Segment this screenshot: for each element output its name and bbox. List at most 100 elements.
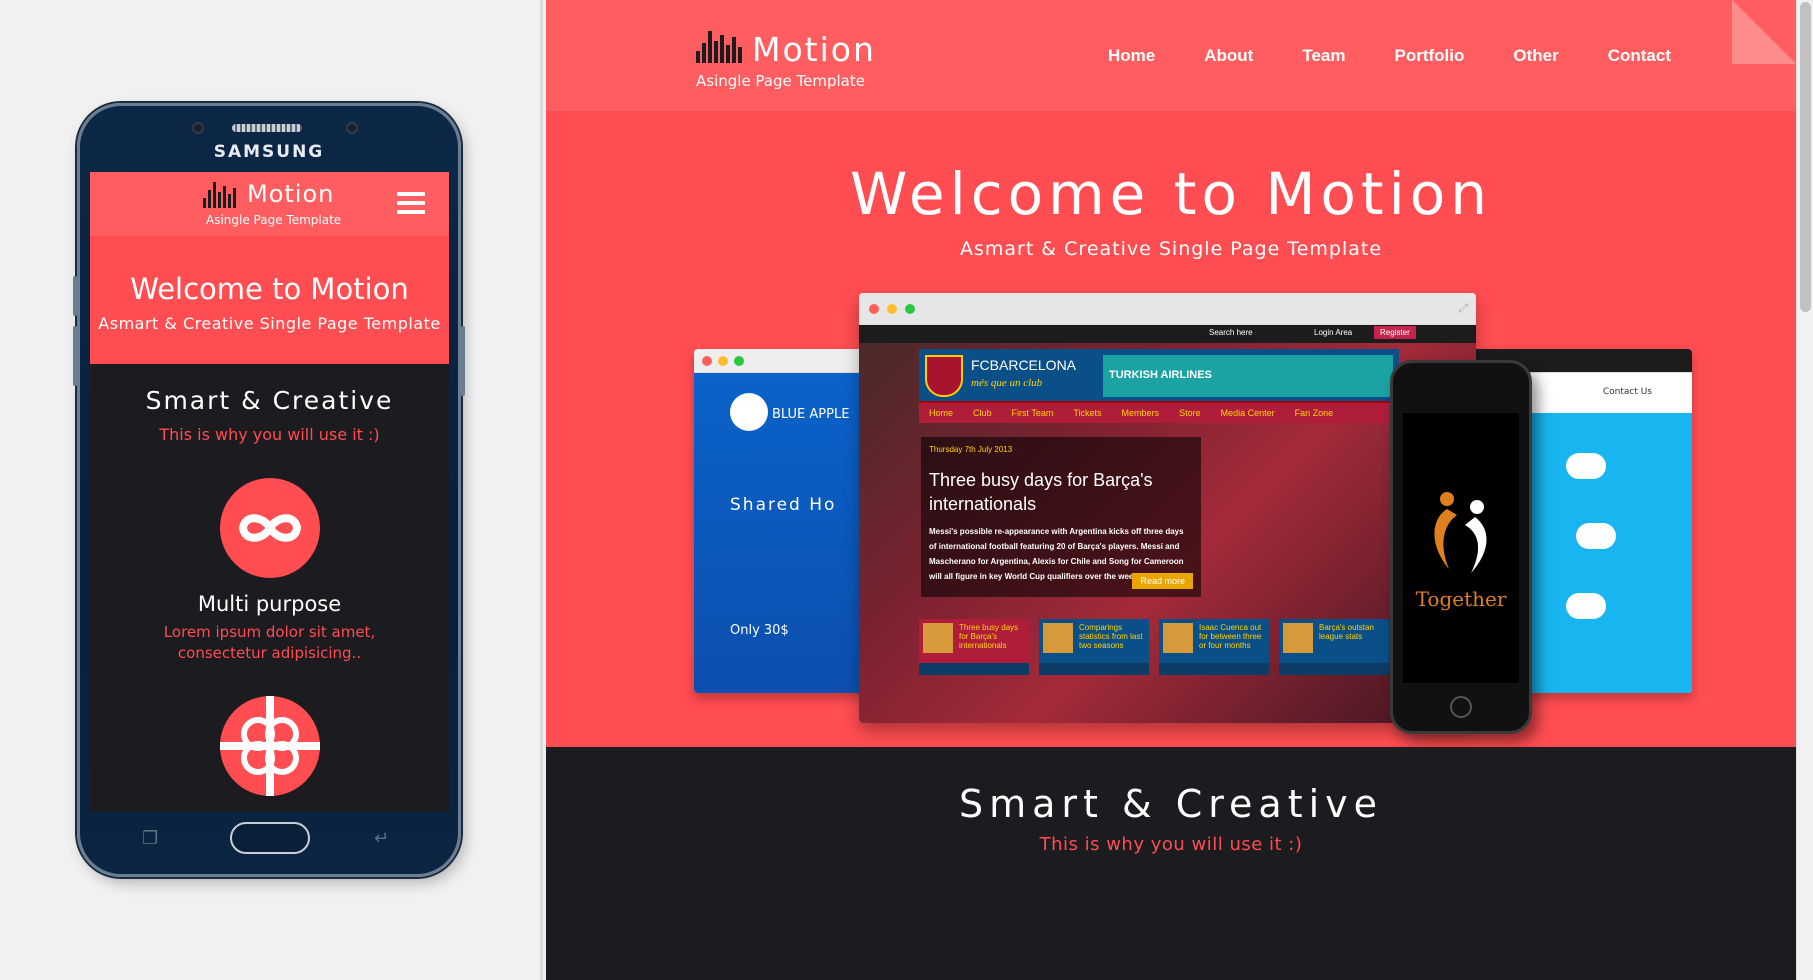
section-title: Smart & Creative	[958, 782, 1384, 826]
nav-home[interactable]: Home	[1108, 46, 1155, 66]
mobile-logo-title: Motion	[247, 180, 335, 208]
apple-logo-icon	[730, 393, 768, 431]
iphone-screen: Together	[1403, 413, 1519, 683]
desktop-preview-pane: Motion Asingle Page Template Home About …	[546, 0, 1796, 980]
equalizer-logo-icon	[203, 182, 236, 208]
fcb-menu-item: Fan Zone	[1294, 408, 1334, 418]
fcb-login: Login Area	[1314, 328, 1353, 337]
sponsor-banner: TURKISH AIRLINES	[1103, 355, 1393, 397]
hero-section: Welcome to Motion Asmart & Creative Sing…	[546, 111, 1796, 747]
mobile-hero: Welcome to Motion Asmart & Creative Sing…	[90, 236, 449, 364]
together-logo-icon	[1434, 492, 1487, 573]
quatrefoil-icon	[219, 696, 320, 796]
fcb-site-body: FCBARCELONA més que un club TURKISH AIRL…	[859, 343, 1476, 723]
maximize-dot-icon	[905, 304, 915, 314]
fcb-menu-item: Members	[1121, 408, 1160, 418]
nav-team[interactable]: Team	[1302, 46, 1345, 66]
nav-contact[interactable]: Contact	[1608, 46, 1671, 66]
phone-volume-key	[73, 276, 77, 316]
fcb-menu-item: Home	[929, 408, 954, 418]
together-text: Together	[1415, 587, 1507, 611]
news-thumb: Comparings statistics from last two seas…	[1039, 619, 1149, 675]
mobile-screen[interactable]: Motion Asingle Page Template Welcome to …	[90, 172, 449, 812]
fcb-news-thumbs: Three busy days for Barça's internationa…	[919, 619, 1399, 675]
feature-description-line: consectetur adipisicing..	[177, 644, 362, 662]
minimize-dot-icon	[718, 356, 728, 366]
expand-icon: ⤢	[1458, 301, 1468, 315]
speaker-grille	[232, 124, 302, 132]
back-icon[interactable]: ↵	[374, 828, 389, 849]
fcb-club-motto: més que un club	[971, 377, 1043, 389]
mobile-logo[interactable]: Motion	[203, 178, 334, 208]
hero-subtitle: Asmart & Creative Single Page Template	[959, 238, 1383, 260]
fcb-menu-item: Media Center	[1220, 408, 1275, 418]
mobile-logo-tagline: Asingle Page Template	[206, 213, 342, 227]
logo-tagline: Asingle Page Template	[696, 72, 865, 90]
samsung-phone-frame: SAMSUNG Motion Asingle Page Template Wel…	[73, 103, 465, 877]
fcb-crest-icon	[925, 355, 963, 397]
contact-us-link: Contact Us	[1602, 387, 1652, 397]
news-thumb: Barça's outstan league stats	[1279, 619, 1389, 675]
fcb-search: Search here	[1209, 328, 1253, 337]
device-brand: SAMSUNG	[213, 142, 325, 162]
home-button[interactable]	[230, 822, 310, 854]
article-date: Thursday 7th July 2013	[929, 445, 1013, 454]
nav-other[interactable]: Other	[1513, 46, 1558, 66]
window-titlebar: ⤢	[859, 293, 1476, 325]
blue-apple-brand: BLUE APPLE	[772, 407, 850, 422]
mockup-window-center: ⤢ Search here Login Area Register FCBARC…	[859, 293, 1476, 723]
phone-bottom-bezel: ❐ ↵	[80, 808, 458, 874]
mobile-header: Motion Asingle Page Template	[90, 172, 449, 236]
news-thumb: Isaac Cuenca out for between three or fo…	[1159, 619, 1269, 675]
iphone-mockup: Together	[1390, 360, 1532, 734]
nav-portfolio[interactable]: Portfolio	[1394, 46, 1464, 66]
sponsor-name: TURKISH AIRLINES	[1109, 369, 1212, 381]
fcb-club-name: FCBARCELONA	[971, 357, 1077, 373]
vertical-scrollbar[interactable]	[1796, 0, 1813, 980]
close-dot-icon	[869, 304, 879, 314]
mobile-hero-title: Welcome to Motion	[130, 272, 409, 306]
fcb-article-card: Thursday 7th July 2013 Three busy days f…	[921, 437, 1201, 597]
scrollbar-thumb[interactable]	[1800, 2, 1811, 312]
section-subtitle: This is why you will use it :)	[1039, 834, 1303, 855]
page-corner-fold	[1732, 0, 1796, 64]
hero-title: Welcome to Motion	[849, 160, 1493, 228]
read-more-button: Read more	[1132, 573, 1193, 589]
news-thumb: Three busy days for Barça's internationa…	[919, 619, 1029, 675]
infinity-icon	[219, 478, 320, 578]
fcb-menu-item: Store	[1179, 408, 1201, 418]
iphone-home-button	[1450, 696, 1472, 718]
price-label: Only 30$	[730, 623, 789, 638]
site-header: Motion Asingle Page Template Home About …	[546, 0, 1796, 111]
camera-icon	[346, 122, 358, 134]
phone-top-bezel: SAMSUNG	[80, 106, 458, 172]
mobile-hero-subtitle: Asmart & Creative Single Page Template	[98, 314, 441, 333]
maximize-dot-icon	[734, 356, 744, 366]
main-nav: Home About Team Portfolio Other Contact	[1059, 46, 1671, 66]
mobile-section-title: Smart & Creative	[145, 386, 394, 415]
nav-about[interactable]: About	[1204, 46, 1253, 66]
fcb-topbar: Search here Login Area Register	[859, 325, 1476, 343]
mobile-preview-pane: SAMSUNG Motion Asingle Page Template Wel…	[0, 0, 543, 980]
feature-description-line: Lorem ipsum dolor sit amet,	[163, 623, 376, 641]
fcb-menu-item: Club	[973, 408, 992, 418]
features-section: Smart & Creative This is why you will us…	[546, 747, 1796, 980]
logo-title[interactable]: Motion	[752, 30, 876, 69]
camera-icon	[192, 122, 204, 134]
phone-volume-key	[73, 326, 77, 386]
shared-hosting-heading: Shared Ho	[730, 495, 837, 515]
recent-apps-icon[interactable]: ❐	[142, 828, 158, 849]
feature-description: Lorem ipsum dolor sit amet, consectetur …	[90, 622, 449, 664]
mobile-section-subtitle: This is why you will use it :)	[159, 425, 380, 444]
cloud-menu-icon	[1566, 593, 1606, 619]
phone-power-key	[461, 326, 465, 396]
minimize-dot-icon	[887, 304, 897, 314]
cloud-wifi-icon	[1576, 523, 1616, 549]
close-dot-icon	[702, 356, 712, 366]
fcb-menu-item: First Team	[1011, 408, 1054, 418]
equalizer-logo-icon	[696, 31, 742, 63]
fcb-menu: Home Club First Team Tickets Members Sto…	[919, 403, 1399, 423]
article-title: Three busy days for Barça's internationa…	[929, 470, 1153, 514]
hamburger-menu-icon[interactable]	[397, 192, 425, 214]
fcb-menu-item: Tickets	[1073, 408, 1102, 418]
